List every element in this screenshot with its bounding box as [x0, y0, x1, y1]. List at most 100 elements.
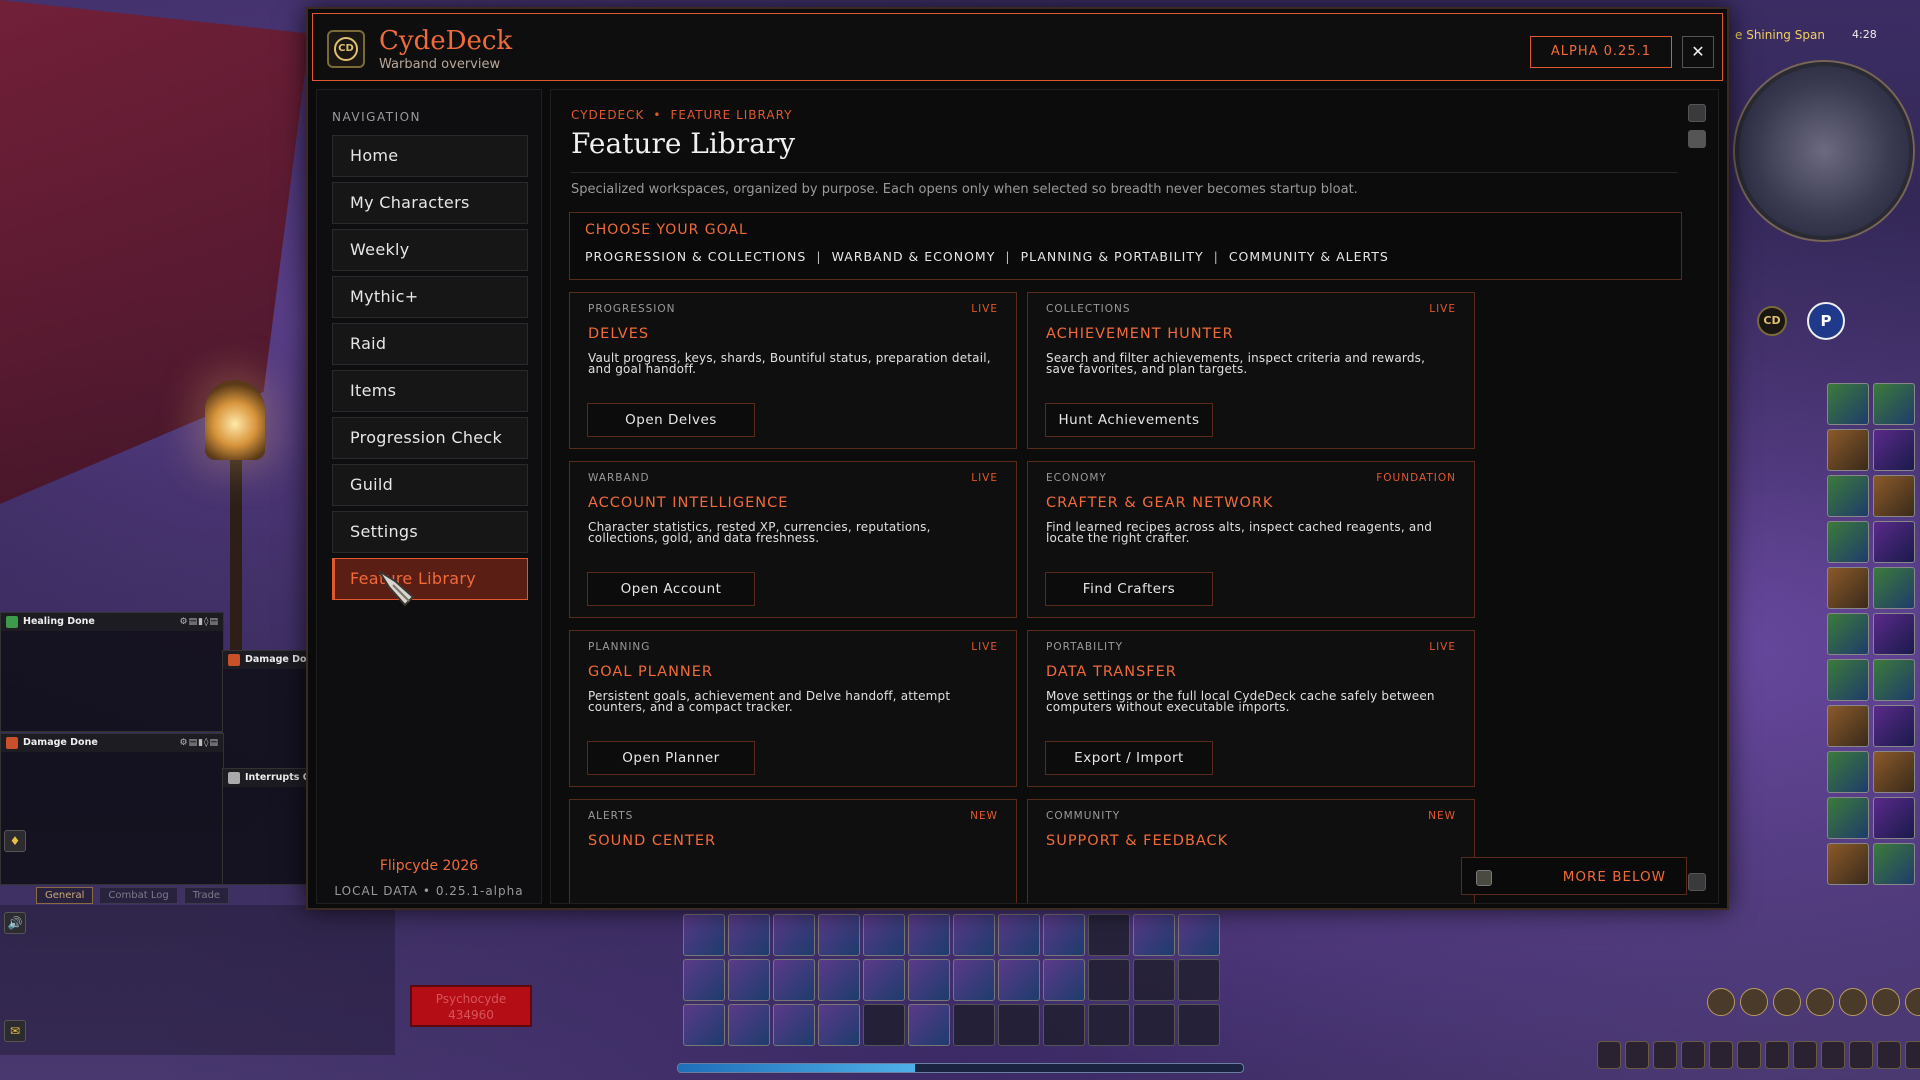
action-slot[interactable]: [683, 1004, 725, 1046]
action-slot[interactable]: [1873, 843, 1915, 885]
action-slot-empty[interactable]: [1178, 959, 1220, 1001]
action-slot[interactable]: [1827, 751, 1869, 793]
micro-menu-button[interactable]: [1653, 1041, 1677, 1069]
chat-frame[interactable]: [0, 905, 395, 1055]
chat-tab-combat-log[interactable]: Combat Log: [99, 887, 178, 904]
chat-bubble-icon[interactable]: ✉: [4, 1020, 26, 1042]
action-slot[interactable]: [1873, 659, 1915, 701]
action-slot-empty[interactable]: [998, 1004, 1040, 1046]
action-slot[interactable]: [1827, 383, 1869, 425]
open-delves-button[interactable]: Open Delves: [587, 403, 755, 437]
sidebar-item-settings[interactable]: Settings: [332, 511, 528, 553]
micro-menu-button[interactable]: [1905, 1041, 1920, 1069]
experience-bar[interactable]: [677, 1063, 1244, 1073]
micro-menu-button[interactable]: [1821, 1041, 1845, 1069]
action-slot[interactable]: [1827, 613, 1869, 655]
breadcrumb-root[interactable]: CYDEDECK: [571, 108, 644, 122]
scrollbar-thumb[interactable]: [1688, 130, 1706, 148]
action-slot[interactable]: [1178, 914, 1220, 956]
action-slot[interactable]: [1873, 797, 1915, 839]
micro-menu-button[interactable]: [1737, 1041, 1761, 1069]
action-slot-empty[interactable]: [1088, 959, 1130, 1001]
action-slot[interactable]: [953, 914, 995, 956]
action-slot[interactable]: [998, 959, 1040, 1001]
micro-menu-button[interactable]: [1793, 1041, 1817, 1069]
action-slot[interactable]: [1827, 567, 1869, 609]
action-slot[interactable]: [1827, 521, 1869, 563]
export-import-button[interactable]: Export / Import: [1045, 741, 1213, 775]
action-slot[interactable]: [908, 914, 950, 956]
action-slot[interactable]: [773, 914, 815, 956]
action-slot[interactable]: [1873, 521, 1915, 563]
action-slot[interactable]: [1873, 751, 1915, 793]
title-bar[interactable]: CD CydeDeck Warband overview ALPHA 0.25.…: [312, 13, 1723, 81]
action-slot[interactable]: [773, 959, 815, 1001]
sidebar-item-weekly[interactable]: Weekly: [332, 229, 528, 271]
healing-meter-header[interactable]: Healing Done ⚙▤▮◊▤: [1, 613, 223, 631]
hunt-achievements-button[interactable]: Hunt Achievements: [1045, 403, 1213, 437]
bag-icon[interactable]: [1773, 988, 1801, 1016]
action-slot[interactable]: [1133, 914, 1175, 956]
unit-frame[interactable]: Psychocyde 434960: [410, 985, 532, 1027]
quest-icon[interactable]: ♦: [4, 830, 26, 852]
damage-meter-header[interactable]: Damage Done ⚙▤▮◊▤: [1, 734, 223, 752]
interrupts-meter-header[interactable]: Interrupts Over: [223, 769, 309, 787]
micro-menu-button[interactable]: [1597, 1041, 1621, 1069]
action-slot[interactable]: [1873, 475, 1915, 517]
action-slot[interactable]: [683, 914, 725, 956]
damage-meter-2-header[interactable]: Damage Done: [223, 651, 309, 669]
bag-icon[interactable]: [1806, 988, 1834, 1016]
close-button[interactable]: ✕: [1682, 36, 1714, 68]
p-minimap-button[interactable]: P: [1807, 302, 1845, 340]
cd-minimap-button[interactable]: CD: [1757, 306, 1787, 336]
action-slot[interactable]: [1827, 659, 1869, 701]
action-slot-empty[interactable]: [953, 1004, 995, 1046]
micro-menu-button[interactable]: [1625, 1041, 1649, 1069]
action-slot[interactable]: [1873, 567, 1915, 609]
bag-icon[interactable]: [1740, 988, 1768, 1016]
sidebar-item-raid[interactable]: Raid: [332, 323, 528, 365]
interrupts-meter-panel[interactable]: Interrupts Over: [222, 768, 310, 885]
find-crafters-button[interactable]: Find Crafters: [1045, 572, 1213, 606]
goal-link-planning-portability[interactable]: PLANNING & PORTABILITY: [1021, 249, 1204, 264]
action-slot[interactable]: [1827, 843, 1869, 885]
action-slot[interactable]: [863, 959, 905, 1001]
meter-tools-icons[interactable]: ⚙▤▮◊▤: [180, 613, 219, 631]
open-account-button[interactable]: Open Account: [587, 572, 755, 606]
micro-menu-button[interactable]: [1709, 1041, 1733, 1069]
micro-menu-button[interactable]: [1877, 1041, 1901, 1069]
action-slot-empty[interactable]: [1088, 1004, 1130, 1046]
sidebar-item-guild[interactable]: Guild: [332, 464, 528, 506]
damage-meter-panel[interactable]: Damage Done ⚙▤▮◊▤: [0, 733, 224, 885]
action-slot[interactable]: [773, 1004, 815, 1046]
sidebar-item-items[interactable]: Items: [332, 370, 528, 412]
sidebar-item-home[interactable]: Home: [332, 135, 528, 177]
micro-menu-button[interactable]: [1681, 1041, 1705, 1069]
healing-meter-panel[interactable]: Healing Done ⚙▤▮◊▤: [0, 612, 224, 732]
meter-tools-icons[interactable]: ⚙▤▮◊▤: [180, 734, 219, 752]
sidebar-item-feature-library[interactable]: Feature Library: [332, 558, 528, 600]
action-slot[interactable]: [998, 914, 1040, 956]
action-slot[interactable]: [863, 914, 905, 956]
goal-link-community-alerts[interactable]: COMMUNITY & ALERTS: [1229, 249, 1389, 264]
micro-menu-button[interactable]: [1849, 1041, 1873, 1069]
goal-link-progression-collections[interactable]: PROGRESSION & COLLECTIONS: [585, 249, 806, 264]
action-slot[interactable]: [1827, 475, 1869, 517]
action-slot-empty[interactable]: [1133, 1004, 1175, 1046]
chat-tab-general[interactable]: General: [36, 887, 94, 904]
sidebar-item-progression-check[interactable]: Progression Check: [332, 417, 528, 459]
action-slot[interactable]: [953, 959, 995, 1001]
action-slot[interactable]: [1827, 705, 1869, 747]
action-slot[interactable]: [1873, 383, 1915, 425]
sidebar-item-my-characters[interactable]: My Characters: [332, 182, 528, 224]
action-slot[interactable]: [1873, 705, 1915, 747]
action-slot[interactable]: [1827, 797, 1869, 839]
game-clock[interactable]: 4:28: [1852, 28, 1877, 41]
goal-link-warband-economy[interactable]: WARBAND & ECONOMY: [832, 249, 996, 264]
action-slot[interactable]: [908, 1004, 950, 1046]
open-planner-button[interactable]: Open Planner: [587, 741, 755, 775]
action-slot[interactable]: [818, 914, 860, 956]
action-slot[interactable]: [1043, 959, 1085, 1001]
action-slot-empty[interactable]: [1178, 1004, 1220, 1046]
bag-icon[interactable]: [1872, 988, 1900, 1016]
